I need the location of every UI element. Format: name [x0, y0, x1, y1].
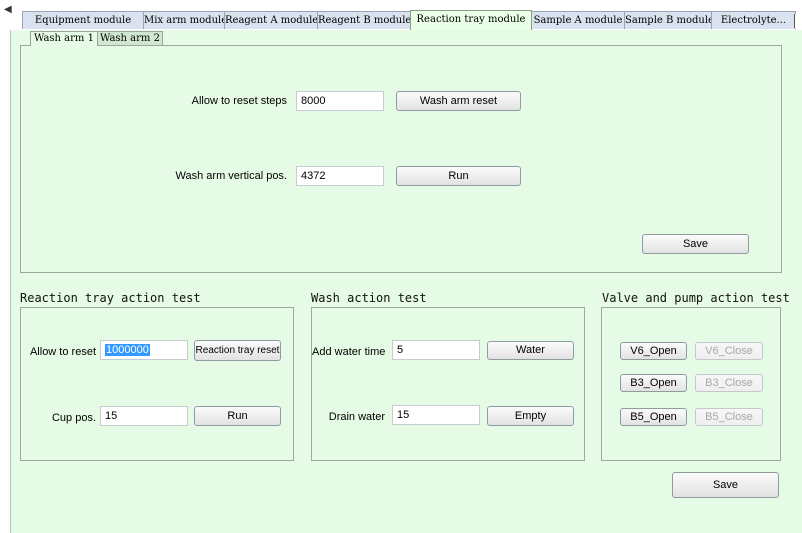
tab-sample-a-module[interactable]: Sample A module	[531, 11, 625, 29]
drain-water-label: Drain water	[328, 411, 385, 423]
wash-action-title: Wash action test	[311, 291, 427, 305]
b3-close-button[interactable]: B3_Close	[695, 374, 763, 392]
tab-electrolyte[interactable]: Electrolyte...	[711, 11, 796, 29]
tab-reagent-a-module[interactable]: Reagent A module	[224, 11, 318, 29]
add-water-input[interactable]: 5	[392, 340, 480, 360]
subtab-wash-arm-2[interactable]: Wash arm 2	[97, 31, 163, 46]
subtab-wash-arm-1[interactable]: Wash arm 1	[30, 31, 98, 46]
empty-button[interactable]: Empty	[487, 406, 574, 426]
vertical-pos-label: Wash arm vertical pos.	[175, 170, 287, 182]
add-water-label: Add water time	[312, 346, 386, 358]
cup-pos-label: Cup pos.	[51, 412, 96, 424]
valve-pump-title: Valve and pump action test	[602, 291, 790, 305]
tab-overflow-edge	[794, 14, 802, 28]
v6-close-button[interactable]: V6_Close	[695, 342, 763, 360]
tab-sample-b-module[interactable]: Sample B module	[624, 11, 714, 29]
allow-reset-value: 1000000	[105, 344, 150, 356]
footer-save-button[interactable]: Save	[672, 472, 779, 498]
b3-open-button[interactable]: B3_Open	[620, 374, 687, 392]
tab-mix-arm-module[interactable]: Mix arm module	[143, 11, 227, 29]
tab-scroll-left-icon[interactable]: ◀	[4, 4, 16, 18]
reset-steps-input[interactable]: 8000	[296, 91, 384, 111]
wash-arm-reset-button[interactable]: Wash arm reset	[396, 91, 521, 111]
b5-close-button[interactable]: B5_Close	[695, 408, 763, 426]
allow-reset-label: Allow to reset	[29, 346, 96, 358]
vertical-pos-input[interactable]: 4372	[296, 166, 384, 186]
drain-water-input[interactable]: 15	[392, 405, 480, 425]
allow-reset-input[interactable]: 1000000	[100, 340, 188, 360]
reaction-tray-reset-button[interactable]: Reaction tray reset	[194, 340, 281, 361]
wash-arm-run-button[interactable]: Run	[396, 166, 521, 186]
reaction-tray-title: Reaction tray action test	[20, 291, 201, 305]
tab-reaction-tray-module[interactable]: Reaction tray module	[410, 10, 532, 30]
tab-reagent-b-module[interactable]: Reagent B module	[317, 11, 411, 29]
water-button[interactable]: Water	[487, 341, 574, 360]
tab-equipment-module[interactable]: Equipment module	[22, 11, 144, 29]
reset-steps-label: Allow to reset steps	[191, 95, 287, 107]
wash-arm-save-button[interactable]: Save	[642, 234, 749, 254]
cup-run-button[interactable]: Run	[194, 406, 281, 426]
cup-pos-input[interactable]: 15	[100, 406, 188, 426]
reaction-tray-panel	[20, 307, 294, 461]
v6-open-button[interactable]: V6_Open	[620, 342, 687, 360]
wash-action-panel	[311, 307, 585, 461]
b5-open-button[interactable]: B5_Open	[620, 408, 687, 426]
